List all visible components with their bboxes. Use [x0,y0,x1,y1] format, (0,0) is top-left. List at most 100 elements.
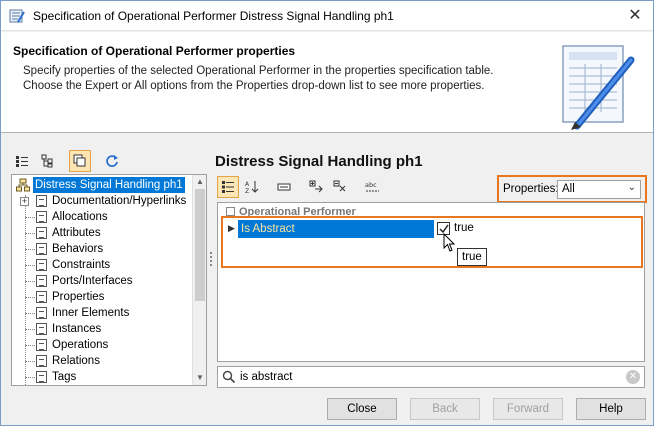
property-value[interactable]: true [434,220,640,238]
header-title: Specification of Operational Performer p… [13,44,296,58]
tree-scrollbar[interactable]: ▲ ▼ [192,175,206,385]
properties-filter: Properties: All ⌄ [497,175,647,203]
properties-dropdown[interactable]: All ⌄ [557,180,641,199]
specification-document-icon [562,45,635,130]
categorized-view-button[interactable] [217,176,239,198]
properties-filter-label: Properties: [503,183,559,195]
tree-connector [25,233,35,234]
collapse-button[interactable] [273,176,295,198]
tree-view-icon [41,154,53,168]
search-icon [222,370,236,384]
tree-item-label: Inner Elements [52,307,130,319]
header-description: Specify properties of the selected Opera… [23,65,494,92]
specification-tree[interactable]: Distress Signal Handling ph1 + Documentat… [11,174,207,386]
list-view-icon [16,156,28,167]
help-button[interactable]: Help [576,398,646,420]
tree-item-label: Ports/Interfaces [52,275,133,287]
tree-item-label: Allocations [52,211,108,223]
scroll-down-arrow-icon[interactable]: ▼ [195,372,205,384]
content-area: Distress Signal Handling ph1 Distress Si… [1,134,653,392]
tree-item-label: Attributes [52,227,101,239]
scroll-thumb[interactable] [195,189,205,301]
value-tooltip: true [457,248,487,266]
clear-search-icon[interactable]: ✕ [626,370,640,384]
tree-connector [25,313,35,314]
window-title: Specification of Operational Performer D… [33,9,394,23]
scroll-up-arrow-icon[interactable]: ▲ [195,176,205,188]
forward-button[interactable]: Forward [493,398,563,420]
properties-dropdown-value: All [562,183,575,195]
group-icon [226,207,235,216]
document-icon [36,211,47,223]
chevron-down-icon: ⌄ [627,182,636,193]
tree-item-label: Tags [52,371,77,383]
button-bar: Close Back Forward Help [1,392,653,425]
specification-dialog: Specification of Operational Performer D… [0,0,654,426]
document-icon [36,323,47,335]
property-row[interactable]: ▶ Is Abstract true [226,220,640,238]
document-icon [36,355,47,367]
expand-icon [309,180,323,193]
expand-plus-icon[interactable]: + [20,197,29,206]
sort-alphabetically-button[interactable]: A Z [241,176,263,198]
rename-button[interactable]: abc [361,176,383,198]
tree-connector [25,217,35,218]
tree-item-label: Behaviors [52,243,104,255]
svg-text:Z: Z [245,188,249,194]
search-input[interactable] [240,369,620,385]
collapse-all-button[interactable] [329,176,351,198]
tree-connector [25,377,35,378]
tree-item-label: Documentation/Hyperlinks [52,195,187,207]
document-icon [36,195,47,207]
dialog-header: Specification of Operational Performer p… [1,32,653,133]
svg-text:A: A [245,181,250,188]
categorized-icon [222,181,234,193]
app-icon [9,9,25,23]
document-icon [36,259,47,271]
tree-connector [25,265,35,266]
tree-connector [25,361,35,362]
property-panel-icon [277,183,291,191]
list-view-button[interactable] [11,150,33,172]
document-icon [36,291,47,303]
tree-root-label: Distress Signal Handling ph1 [33,177,185,193]
highlighted-property: ▶ Is Abstract true [221,216,643,268]
tree-item-label: Instances [52,323,102,335]
refresh-button[interactable] [101,150,123,172]
tree-item-label: Relations [52,355,100,367]
svg-text:abc: abc [365,181,377,189]
row-pointer-icon: ▶ [228,223,235,233]
refresh-icon [106,155,118,167]
abc-icon: abc [365,181,379,192]
property-search: ✕ [217,366,645,388]
pane-splitter-handle[interactable] [210,252,213,268]
document-icon [36,307,47,319]
compartment-view-button[interactable] [69,150,91,172]
tree-connector [25,281,35,282]
tree-item-label: Operations [52,339,109,351]
document-icon [36,227,47,239]
collapse-icon [333,180,346,192]
element-title: Distress Signal Handling ph1 [215,153,423,170]
document-icon [36,275,47,287]
tree-connector [25,297,35,298]
document-icon [36,339,47,351]
tree-item-label: Constraints [52,259,111,271]
document-icon [36,371,47,383]
document-icon [36,243,47,255]
expand-all-button[interactable] [305,176,327,198]
property-name[interactable]: Is Abstract [238,220,434,238]
tree-connector [25,195,26,385]
tree-view-button[interactable] [37,150,59,172]
sort-az-icon: A Z [245,181,259,194]
close-window-button[interactable]: ✕ [623,5,647,27]
copy-view-icon [73,154,86,167]
tree-connector [25,345,35,346]
close-button[interactable]: Close [327,398,397,420]
operational-performer-icon [16,178,30,192]
mouse-pointer-icon [443,233,456,252]
tree-connector [25,329,35,330]
back-button[interactable]: Back [410,398,480,420]
tree-connector [25,249,35,250]
title-bar: Specification of Operational Performer D… [1,1,653,31]
